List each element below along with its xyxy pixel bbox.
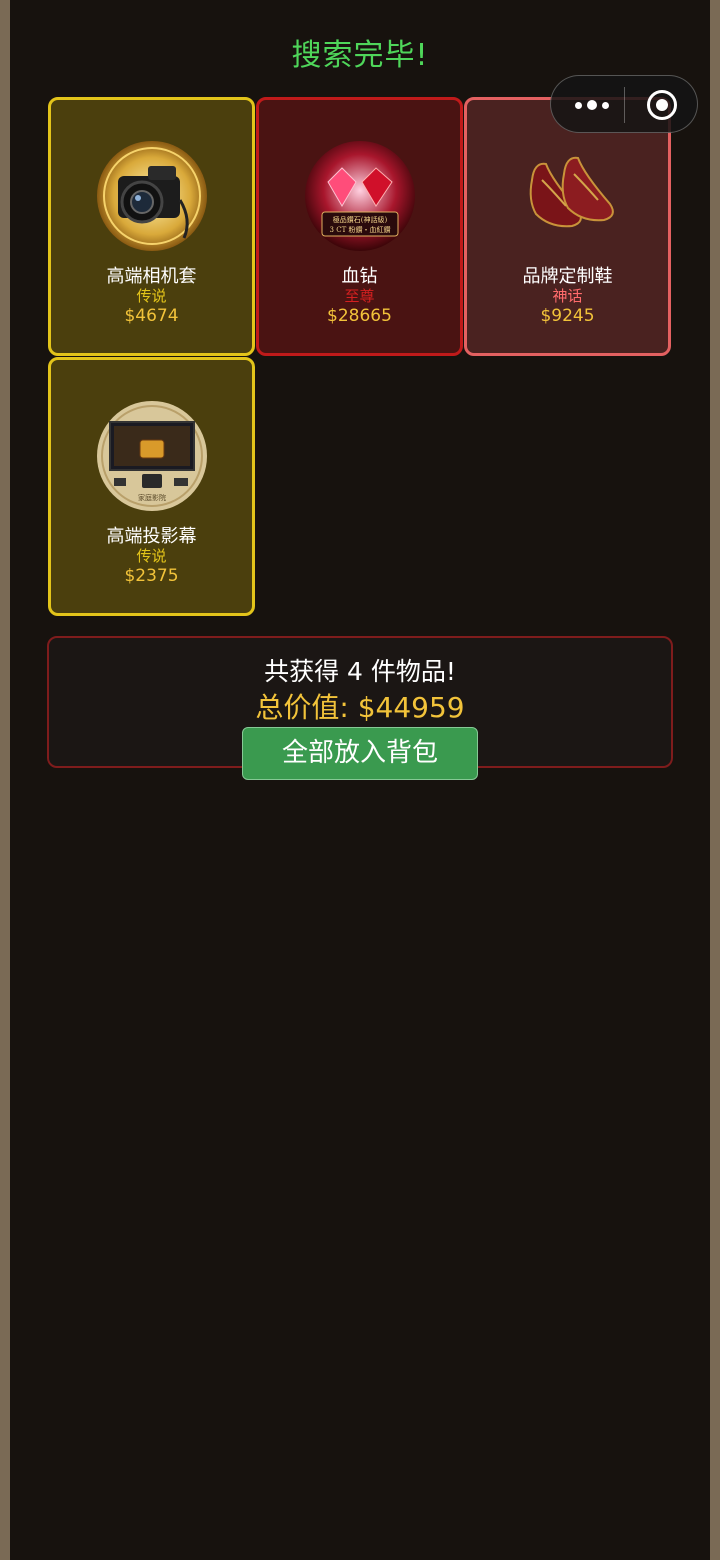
- item-rarity: 神话: [552, 287, 583, 305]
- shoes-icon: [512, 140, 624, 252]
- total-value-text: 总价值: $44959: [255, 691, 465, 724]
- item-price: $28665: [327, 306, 392, 326]
- miniprogram-capsule: [550, 75, 698, 133]
- more-dots-icon[interactable]: [567, 76, 617, 134]
- item-price: $9245: [540, 306, 595, 326]
- red-diamond-icon: 極品鑽石(神話級) 3 CT 粉鑽・血紅鑽: [304, 140, 416, 252]
- item-price: $4674: [124, 306, 179, 326]
- projector-image-label: 家庭影院: [138, 493, 166, 502]
- item-count-text: 共获得 4 件物品!: [264, 657, 456, 686]
- game-screen: 搜索完毕! 高端相机套 传说 $4674 極品鑽石(神話級) 3 CT 粉鑽・血…: [10, 0, 710, 1560]
- diamond-label-line2: 3 CT 粉鑽・血紅鑽: [330, 225, 391, 234]
- page-title: 搜索完毕!: [291, 38, 429, 73]
- item-rarity: 传说: [136, 547, 167, 565]
- item-card-projector-screen[interactable]: 家庭影院 高端投影幕 传说 $2375: [48, 357, 255, 616]
- item-card-shoes[interactable]: 品牌定制鞋 神话 $9245: [464, 97, 671, 356]
- diamond-label-line1: 極品鑽石(神話級): [333, 215, 388, 224]
- camera-icon: [96, 140, 208, 252]
- item-card-blood-diamond[interactable]: 極品鑽石(神話級) 3 CT 粉鑽・血紅鑽 血钻 至尊 $28665: [256, 97, 463, 356]
- item-rarity: 至尊: [344, 287, 375, 305]
- capsule-divider: [624, 87, 625, 123]
- target-circle-icon[interactable]: [647, 90, 677, 120]
- item-card-camera[interactable]: 高端相机套 传说 $4674: [48, 97, 255, 356]
- item-price: $2375: [124, 566, 179, 586]
- item-rarity: 传说: [136, 287, 167, 305]
- put-all-in-backpack-button[interactable]: 全部放入背包: [242, 727, 478, 780]
- projector-screen-icon: 家庭影院: [96, 400, 208, 512]
